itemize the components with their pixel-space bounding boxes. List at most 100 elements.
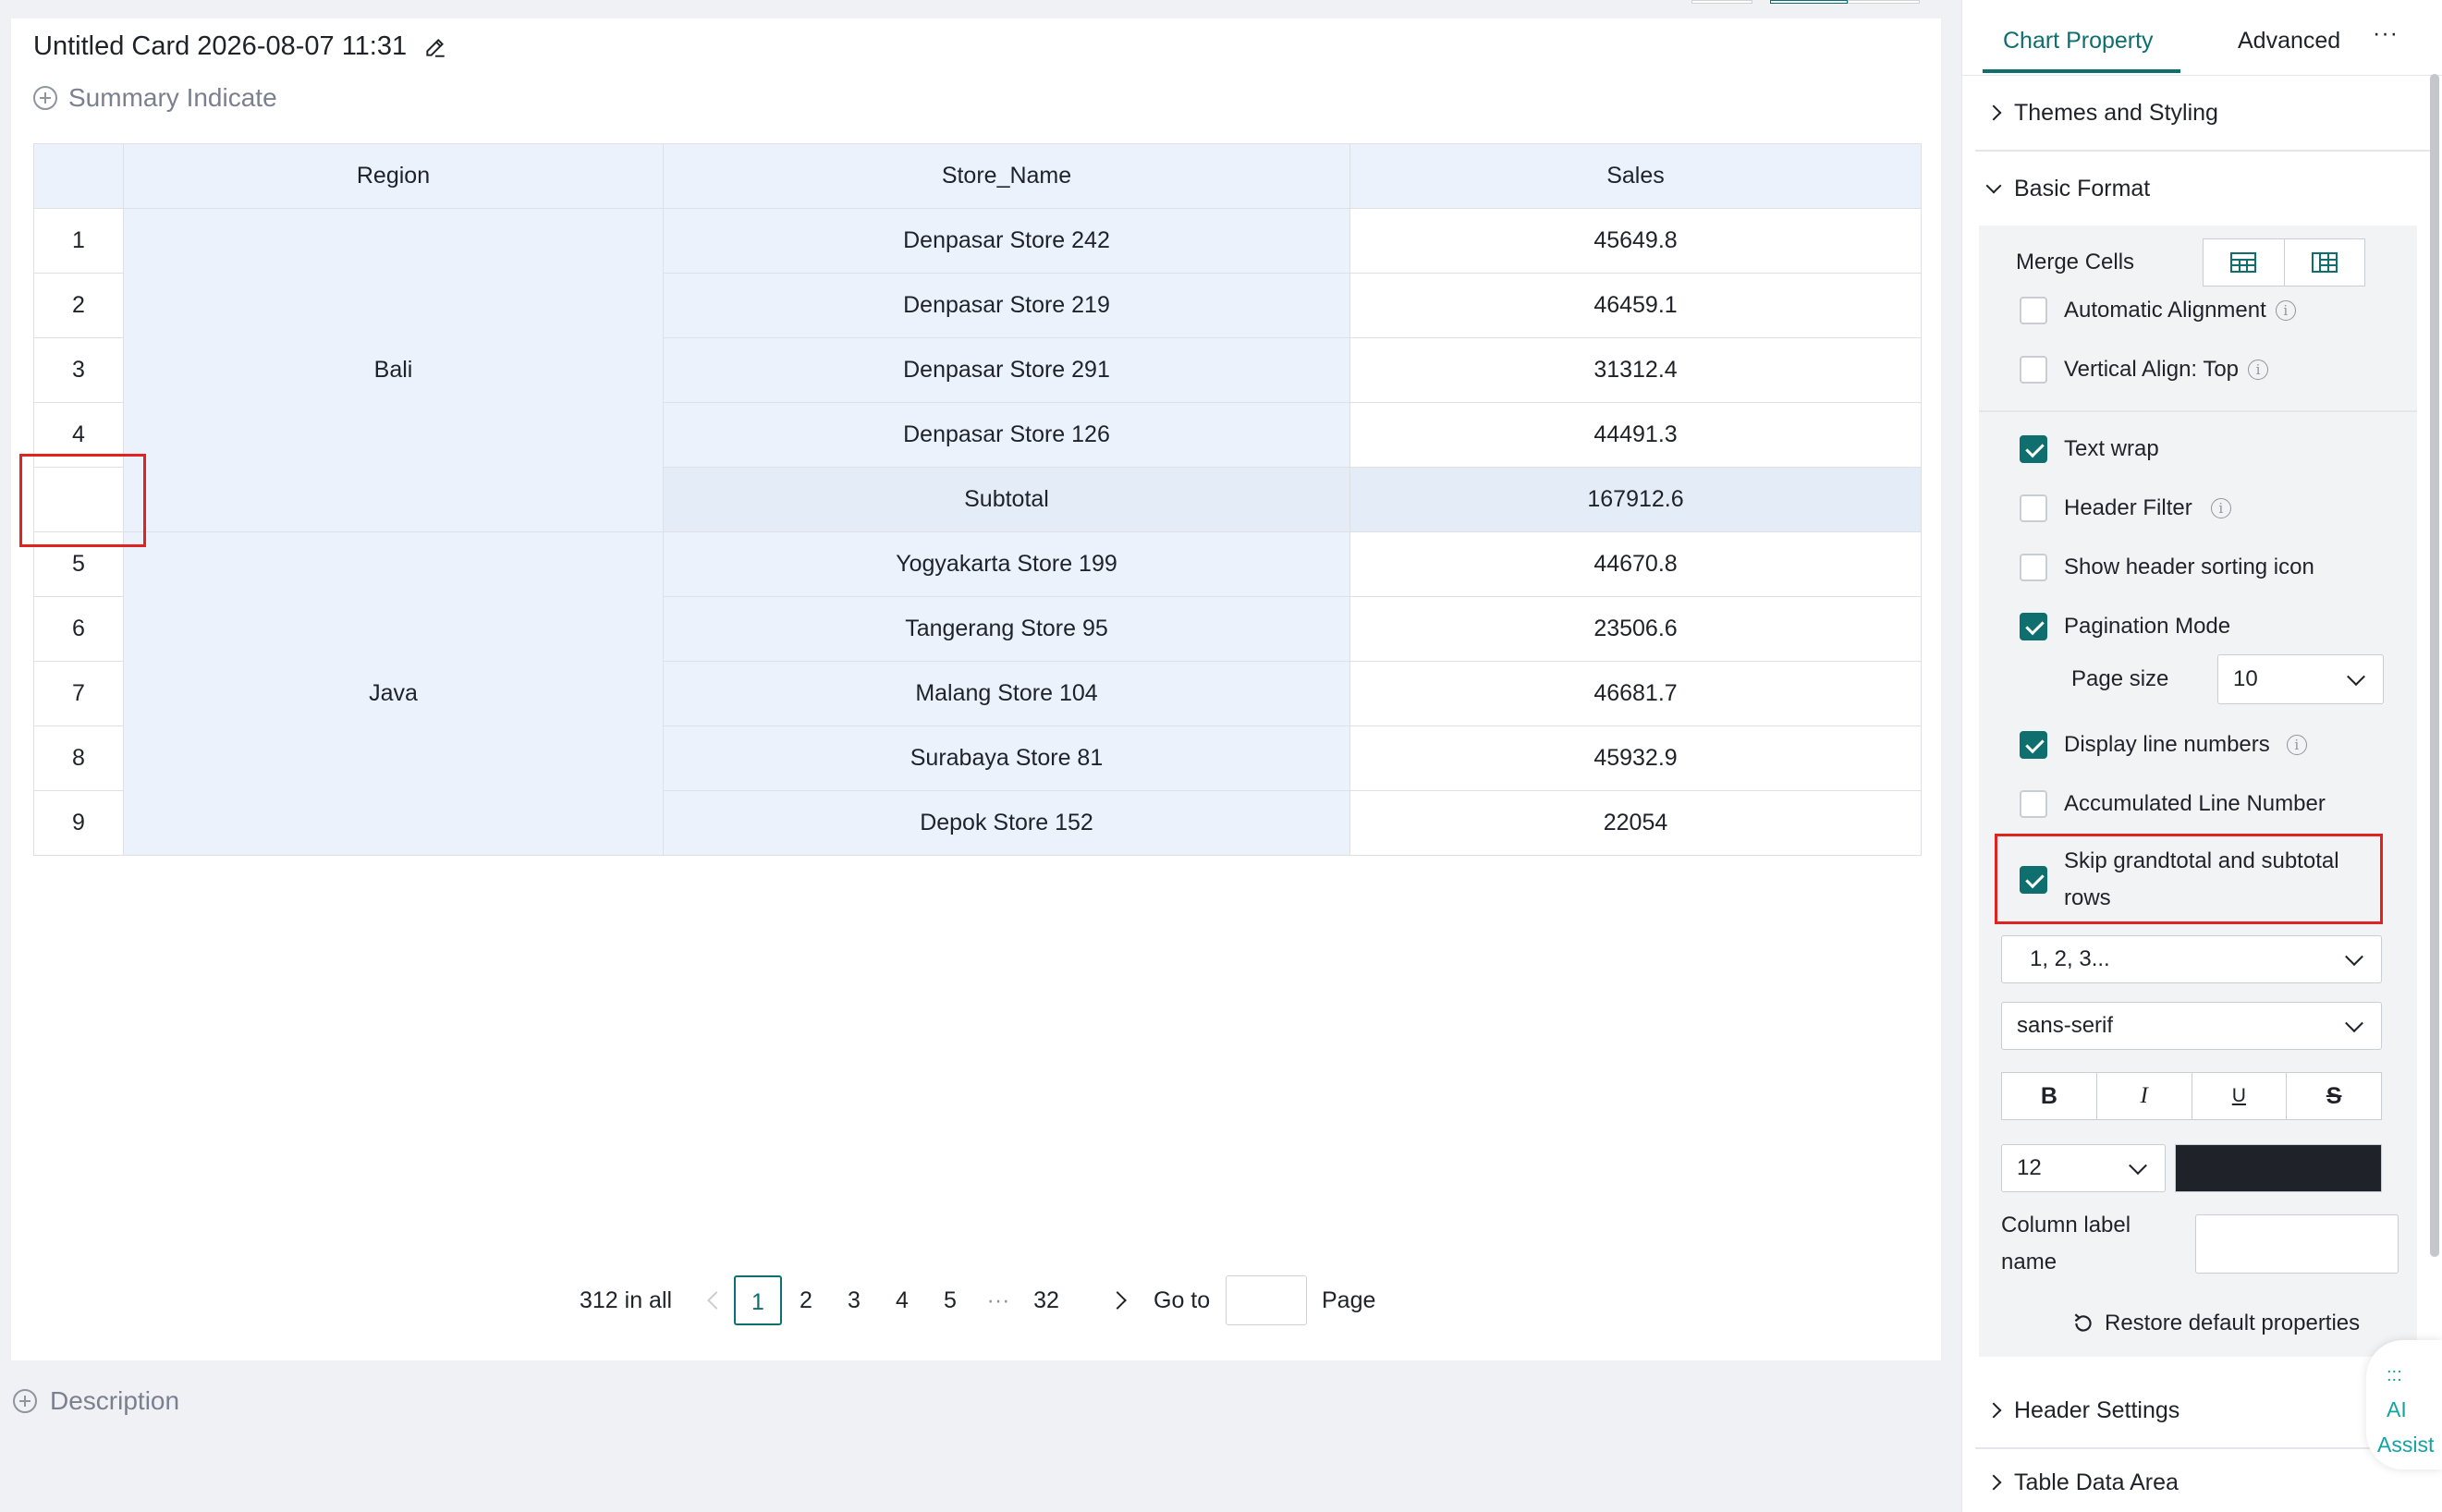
font-size-value: 12 — [2017, 1155, 2042, 1180]
page-button-1[interactable]: 1 — [734, 1275, 782, 1325]
chevron-down-icon — [2345, 1014, 2363, 1033]
info-icon[interactable]: i — [2275, 300, 2296, 321]
goto-page-input[interactable] — [1226, 1275, 1307, 1325]
ai-assist-button[interactable]: ::: AI Assist — [2366, 1340, 2442, 1469]
accum-line-checkbox[interactable] — [2020, 790, 2047, 818]
font-family-select[interactable]: sans-serif — [2001, 1002, 2382, 1050]
underline-button[interactable]: U — [2191, 1073, 2287, 1119]
section-themes[interactable]: Themes and Styling — [1962, 76, 2424, 150]
page-button-3[interactable]: 3 — [830, 1275, 878, 1325]
merge-cells-label: Merge Cells — [2016, 250, 2135, 274]
section-table-data-area[interactable]: Table Data Area — [1962, 1453, 2424, 1512]
pagination-total: 312 in all — [580, 1287, 673, 1313]
section-label: Table Data Area — [2014, 1469, 2179, 1495]
page-button-2[interactable]: 2 — [782, 1275, 830, 1325]
page-button-last[interactable]: 32 — [1022, 1275, 1070, 1325]
page-size-label: Page size — [2071, 666, 2169, 691]
store-cell: Denpasar Store 291 — [663, 337, 1350, 403]
numbering-format-value: 1, 2, 3... — [2030, 946, 2110, 971]
page-button-4[interactable]: 4 — [878, 1275, 926, 1325]
bold-button[interactable]: B — [2002, 1073, 2096, 1119]
auto-align-label: Automatic Alignment — [2064, 298, 2266, 323]
column-header[interactable]: Region — [123, 143, 664, 209]
column-header[interactable]: Sales — [1349, 143, 1922, 209]
restore-defaults-button[interactable]: Restore default properties — [1979, 1303, 2417, 1344]
pagination-mode-checkbox[interactable] — [2020, 613, 2047, 640]
sales-cell: 46681.7 — [1349, 661, 1922, 726]
next-page-button[interactable] — [1107, 1275, 1135, 1325]
data-table: Region Store_Name Sales 1 Bali Denpasar … — [33, 143, 1922, 856]
store-cell: Denpasar Store 219 — [663, 273, 1350, 338]
accum-line-row[interactable]: Accumulated Line Number — [1979, 786, 2417, 823]
goto-label: Go to — [1154, 1287, 1211, 1313]
numbering-format-select[interactable]: 1, 2, 3... — [2001, 935, 2382, 983]
page-button-5[interactable]: 5 — [926, 1275, 974, 1325]
auto-align-checkbox[interactable] — [2020, 297, 2047, 324]
highlight-box — [19, 454, 146, 547]
merge-columns-button[interactable] — [2283, 239, 2365, 286]
info-icon[interactable]: i — [2210, 498, 2231, 518]
section-basic-format[interactable]: Basic Format — [1962, 152, 2424, 226]
chevron-right-icon — [1985, 104, 2002, 121]
tab-chart-property[interactable]: Chart Property — [2003, 28, 2154, 55]
text-wrap-checkbox[interactable] — [2020, 435, 2047, 463]
sales-cell: 46459.1 — [1349, 273, 1922, 338]
card-title-text: Untitled Card 2026-08-07 11:31 — [33, 31, 408, 61]
summary-indicate-button[interactable]: Summary Indicate — [33, 83, 277, 113]
chevron-right-icon — [1108, 1291, 1127, 1310]
section-label: Header Settings — [2014, 1396, 2180, 1423]
strikethrough-button[interactable]: S — [2286, 1073, 2381, 1119]
line-numbers-row[interactable]: Display line numbers i — [1979, 726, 2417, 763]
header-filter-row[interactable]: Header Filter i — [1979, 490, 2417, 527]
description-button[interactable]: Description — [13, 1386, 179, 1416]
merge-rows-button[interactable] — [2204, 239, 2284, 286]
row-number: 9 — [33, 790, 124, 856]
row-number: 7 — [33, 661, 124, 726]
header-filter-checkbox[interactable] — [2020, 494, 2047, 522]
column-header[interactable]: Store_Name — [663, 143, 1350, 209]
line-numbers-checkbox[interactable] — [2020, 731, 2047, 759]
ai-assist-label-1: AI — [2387, 1397, 2407, 1421]
chevron-down-icon — [2129, 1156, 2147, 1176]
edit-icon[interactable] — [423, 35, 447, 59]
page-ellipsis[interactable]: ··· — [974, 1275, 1022, 1325]
section-header-settings[interactable]: Header Settings — [1962, 1375, 2424, 1445]
summary-label: Summary Indicate — [68, 83, 277, 112]
add-circle-icon — [13, 1389, 37, 1413]
italic-button[interactable]: I — [2095, 1073, 2192, 1119]
row-number: 2 — [33, 273, 124, 338]
basic-format-box: Merge Cells Automatic Alignment i Vertic… — [1979, 226, 2417, 1357]
pagination-mode-row[interactable]: Pagination Mode — [1979, 608, 2417, 645]
scrollbar[interactable] — [2430, 74, 2439, 1257]
toolbar-button[interactable] — [1848, 0, 1920, 4]
toolbar-button[interactable] — [1691, 0, 1752, 4]
chevron-left-icon — [707, 1291, 726, 1310]
page-size-select[interactable]: 10 — [2217, 654, 2384, 704]
font-size-select[interactable]: 12 — [2001, 1144, 2166, 1192]
page-label: Page — [1322, 1287, 1376, 1313]
auto-align-row[interactable]: Automatic Alignment i — [1979, 292, 2417, 329]
tab-advanced[interactable]: Advanced — [2238, 28, 2340, 55]
column-label-line-1: Column label — [2001, 1213, 2131, 1238]
text-wrap-row[interactable]: Text wrap — [1979, 431, 2417, 468]
sort-icon-row[interactable]: Show header sorting icon — [1979, 549, 2417, 586]
row-number: 1 — [33, 208, 124, 274]
font-color-picker[interactable] — [2175, 1144, 2382, 1192]
sort-icon-checkbox[interactable] — [2020, 554, 2047, 581]
valign-top-label: Vertical Align: Top — [2064, 357, 2240, 382]
store-cell: Depok Store 152 — [663, 790, 1350, 856]
sales-cell: 45649.8 — [1349, 208, 1922, 274]
more-icon[interactable]: ··· — [2373, 20, 2399, 47]
info-icon[interactable]: i — [2248, 360, 2269, 380]
property-panel: Chart Property Advanced ··· Themes and S… — [1961, 0, 2442, 1512]
prev-page-button[interactable] — [702, 1275, 730, 1325]
restore-defaults-label: Restore default properties — [2105, 1311, 2361, 1335]
toolbar-button[interactable] — [1770, 0, 1848, 4]
info-icon[interactable]: i — [2286, 735, 2307, 755]
table-row: 5 Java Yogyakarta Store 199 44670.8 — [33, 531, 1922, 856]
section-label: Basic Format — [2014, 175, 2151, 201]
valign-top-row[interactable]: Vertical Align: Top i — [1979, 351, 2417, 388]
valign-top-checkbox[interactable] — [2020, 356, 2047, 384]
merge-cells-row: Merge Cells — [1979, 238, 2417, 287]
column-label-input[interactable] — [2195, 1214, 2399, 1274]
